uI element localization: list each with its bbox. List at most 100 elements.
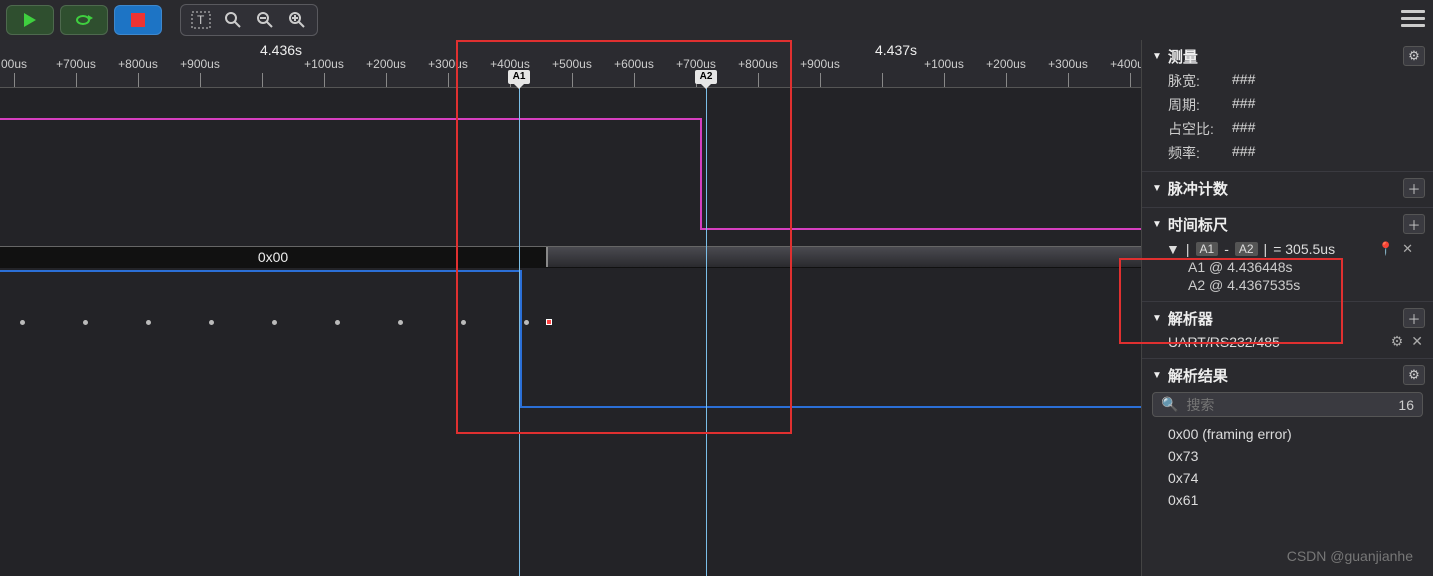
chevron-down-icon: ▼ [1166, 241, 1180, 257]
data-dot [272, 320, 277, 325]
ruler-major-label: 4.436s [260, 42, 302, 58]
measure-key: 周期: [1168, 95, 1220, 115]
measure-row: 占空比: ### [1152, 119, 1423, 139]
ruler-tick [758, 73, 759, 87]
data-dot [146, 320, 151, 325]
ruler-tick [324, 73, 325, 87]
measure-key: 占空比: [1168, 119, 1220, 139]
ruler-tick-label: +600us [614, 57, 654, 71]
search-input[interactable] [1186, 397, 1390, 413]
zoom-in-button[interactable] [283, 7, 311, 33]
zoom-out-button[interactable] [251, 7, 279, 33]
play-button[interactable] [6, 5, 54, 35]
time-ruler[interactable]: 4.436s4.437s00us+700us+800us+900us+100us… [0, 40, 1141, 88]
data-segment[interactable]: 0x00 [0, 247, 548, 267]
measure-value: ### [1232, 95, 1255, 115]
cursor-a1-line[interactable] [519, 88, 520, 576]
measure-row: 频率:### [1152, 143, 1423, 163]
close-icon[interactable]: ✕ [1411, 333, 1423, 350]
chevron-down-icon: ▼ [1152, 183, 1162, 194]
ruler-pair[interactable]: ▼ | A1 - A2 | = 305.5us 📍 ✕ A1 @ 4.43644… [1152, 241, 1423, 293]
ruler-diff: = 305.5us [1273, 241, 1335, 257]
ch1-edge [700, 118, 702, 228]
ruler-tick [882, 73, 883, 87]
chevron-down-icon: ▼ [1152, 370, 1162, 381]
data-dot [461, 320, 466, 325]
section-title: 脉冲计数 [1168, 178, 1228, 199]
result-item[interactable]: 0x61 [1152, 489, 1423, 511]
menu-button[interactable] [1401, 6, 1425, 31]
data-dot [398, 320, 403, 325]
search-icon: 🔍 [1161, 396, 1178, 413]
ruler-major-label: 4.437s [875, 42, 917, 58]
ruler-tick [262, 73, 263, 87]
ruler-tick [1068, 73, 1069, 87]
ruler-tick [634, 73, 635, 87]
ch1-trace [700, 228, 1141, 230]
gear-icon[interactable]: ⚙ [1391, 333, 1404, 350]
ruler-line-b: A2 @ 4.4367535s [1166, 277, 1423, 293]
data-dot [524, 320, 529, 325]
measure-value: ### [1232, 143, 1255, 163]
ruler-tick [200, 73, 201, 87]
data-dot [209, 320, 214, 325]
measure-value: ### [1232, 119, 1255, 139]
stop-button[interactable] [114, 5, 162, 35]
ruler-tick [1130, 73, 1131, 87]
ruler-tick [1006, 73, 1007, 87]
results-settings-button[interactable]: ⚙ [1403, 365, 1425, 385]
close-icon[interactable]: ✕ [1402, 241, 1413, 257]
analyzer-item[interactable]: UART/RS232/485 ⚙ ✕ [1152, 333, 1423, 350]
ruler-tick [820, 73, 821, 87]
ruler-tick [386, 73, 387, 87]
ruler-tick [448, 73, 449, 87]
section-pulse-count-header[interactable]: ▼ 脉冲计数 [1152, 178, 1423, 199]
chevron-down-icon: ▼ [1152, 51, 1162, 62]
ruler-add-button[interactable]: ＋ [1403, 214, 1425, 234]
ruler-tag-b: A2 [1235, 242, 1258, 256]
cursor-a2-line[interactable] [706, 88, 707, 576]
section-title: 解析器 [1168, 308, 1213, 329]
waveform-area[interactable]: 4.436s4.437s00us+700us+800us+900us+100us… [0, 40, 1141, 576]
toolbar: T [0, 0, 1433, 40]
result-item[interactable]: 0x74 [1152, 467, 1423, 489]
section-title: 测量 [1168, 46, 1198, 67]
ruler-tick-label: +200us [366, 57, 406, 71]
measure-settings-button[interactable]: ⚙ [1403, 46, 1425, 66]
section-results-header[interactable]: ▼ 解析结果 [1152, 365, 1423, 386]
section-title: 时间标尺 [1168, 214, 1228, 235]
chevron-down-icon: ▼ [1152, 313, 1162, 324]
section-analyzer: ▼ 解析器 ＋ UART/RS232/485 ⚙ ✕ [1142, 302, 1433, 359]
cursor-a1-flag[interactable]: A1 [508, 70, 530, 84]
section-analyzer-header[interactable]: ▼ 解析器 [1152, 308, 1423, 329]
ruler-tick-label: +700us [56, 57, 96, 71]
pin-icon[interactable]: 📍 [1378, 241, 1394, 257]
ruler-tick-label: +300us [1048, 57, 1088, 71]
cursor-a2-flag[interactable]: A2 [695, 70, 717, 84]
ruler-tag-a: A1 [1196, 242, 1219, 256]
ch2-trace [0, 270, 520, 272]
zoom-group: T [180, 4, 318, 36]
svg-text:T: T [197, 13, 205, 27]
ruler-tick [572, 73, 573, 87]
ruler-tick-label: +400us [1110, 57, 1141, 71]
section-time-ruler-header[interactable]: ▼ 时间标尺 [1152, 214, 1423, 235]
loop-button[interactable] [60, 5, 108, 35]
pulse-add-button[interactable]: ＋ [1403, 178, 1425, 198]
ruler-tick [138, 73, 139, 87]
section-measure: ▼ 测量 ⚙ 脉宽:###周期:###占空比:###频率:### [1142, 40, 1433, 172]
ruler-tick-label: +900us [180, 57, 220, 71]
zoom-fit-button[interactable] [219, 7, 247, 33]
section-measure-header[interactable]: ▼ 测量 [1152, 46, 1423, 67]
measure-row: 脉宽:### [1152, 71, 1423, 91]
data-lane: 0x00 [0, 246, 1141, 268]
chevron-down-icon: ▼ [1152, 219, 1162, 230]
text-select-button[interactable]: T [187, 7, 215, 33]
result-item[interactable]: 0x73 [1152, 445, 1423, 467]
ruler-tick-label: +700us [676, 57, 716, 71]
ruler-tick-label: +200us [986, 57, 1026, 71]
section-time-ruler: ▼ 时间标尺 ＋ ▼ | A1 - A2 | = 305.5us 📍 ✕ A1 … [1142, 208, 1433, 302]
analyzer-add-button[interactable]: ＋ [1403, 308, 1425, 328]
ruler-tick-label: +400us [490, 57, 530, 71]
result-item[interactable]: 0x00 (framing error) [1152, 423, 1423, 445]
